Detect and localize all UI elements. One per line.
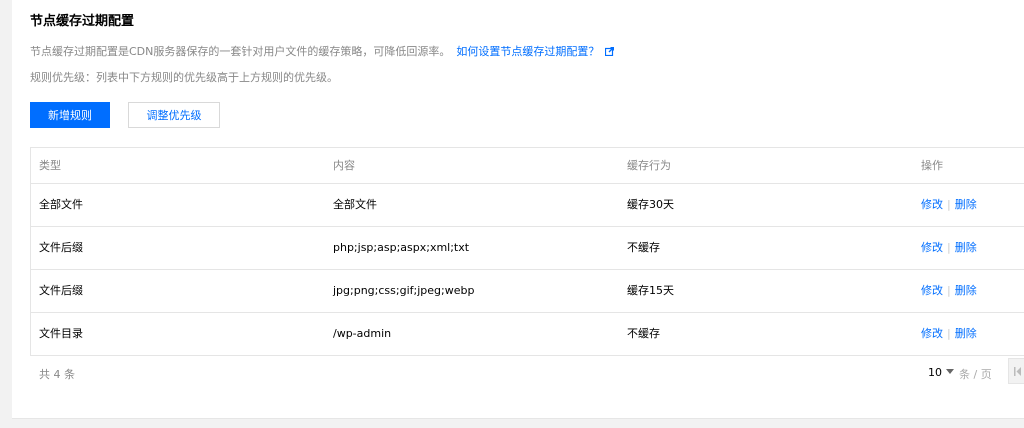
delete-link[interactable]: 删除: [955, 241, 977, 254]
add-rule-button[interactable]: 新增规则: [30, 102, 110, 128]
page-size-select[interactable]: 10: [928, 366, 954, 379]
divider: |: [947, 241, 951, 254]
cell-type: 文件后缀: [39, 284, 83, 297]
table-row: 文件后缀 jpg;png;css;gif;jpeg;webp 缓存15天 修改 |…: [31, 270, 1024, 313]
help-link[interactable]: 如何设置节点缓存过期配置？: [456, 45, 599, 58]
divider: |: [947, 198, 951, 211]
cell-content: /wp-admin: [333, 327, 392, 340]
cell-type: 文件后缀: [39, 241, 83, 254]
cell-content: jpg;png;css;gif;jpeg;webp: [333, 284, 475, 297]
priority-note: 规则优先级：列表中下方规则的优先级高于上方规则的优先级。: [30, 71, 338, 84]
cell-type: 全部文件: [39, 198, 83, 211]
adjust-priority-button[interactable]: 调整优先级: [128, 102, 220, 128]
pagination: 共 4 条 10 条 / 页: [30, 353, 1024, 393]
header-behavior: 缓存行为: [627, 159, 671, 172]
cell-actions: 修改 | 删除: [921, 313, 977, 355]
first-page-icon: [1014, 367, 1021, 376]
external-link-icon[interactable]: [605, 46, 615, 57]
divider: |: [947, 327, 951, 340]
rules-table: 类型 内容 缓存行为 操作 全部文件 全部文件 缓存30天 修改 | 删除 文件后缀…: [30, 147, 1024, 356]
cell-behavior: 不缓存: [627, 241, 660, 254]
table-row: 文件目录 /wp-admin 不缓存 修改 | 删除: [31, 313, 1024, 355]
delete-link[interactable]: 删除: [955, 327, 977, 340]
header-content: 内容: [333, 159, 355, 172]
header-type: 类型: [39, 159, 61, 172]
description-text: 节点缓存过期配置是CDN服务器保存的一套针对用户文件的缓存策略，可降低回源率。: [30, 45, 451, 58]
table-row: 文件后缀 php;jsp;asp;aspx;xml;txt 不缓存 修改 | 删除: [31, 227, 1024, 270]
total-count: 共 4 条: [39, 368, 75, 381]
table-header: 类型 内容 缓存行为 操作: [31, 148, 1024, 184]
cell-content: php;jsp;asp;aspx;xml;txt: [333, 241, 470, 254]
cell-behavior: 缓存15天: [627, 284, 674, 297]
edit-link[interactable]: 修改: [921, 327, 943, 340]
edit-link[interactable]: 修改: [921, 198, 943, 211]
delete-link[interactable]: 删除: [955, 198, 977, 211]
delete-link[interactable]: 删除: [955, 284, 977, 297]
first-page-button[interactable]: [1008, 358, 1024, 384]
cell-content: 全部文件: [333, 198, 377, 211]
header-actions: 操作: [921, 159, 943, 172]
cell-type: 文件目录: [39, 327, 83, 340]
cell-actions: 修改 | 删除: [921, 184, 977, 226]
per-page-label: 条 / 页: [959, 368, 992, 381]
page-title: 节点缓存过期配置: [30, 14, 135, 29]
cache-config-card: 节点缓存过期配置 节点缓存过期配置是CDN服务器保存的一套针对用户文件的缓存策略…: [12, 0, 1024, 419]
dropdown-caret-icon: [946, 369, 954, 374]
edit-link[interactable]: 修改: [921, 284, 943, 297]
table-row: 全部文件 全部文件 缓存30天 修改 | 删除: [31, 184, 1024, 227]
cell-behavior: 缓存30天: [627, 198, 674, 211]
page-size-value: 10: [928, 366, 942, 379]
cell-actions: 修改 | 删除: [921, 227, 977, 269]
divider: |: [947, 284, 951, 297]
cell-behavior: 不缓存: [627, 327, 660, 340]
description: 节点缓存过期配置是CDN服务器保存的一套针对用户文件的缓存策略，可降低回源率。如…: [30, 43, 615, 59]
edit-link[interactable]: 修改: [921, 241, 943, 254]
cell-actions: 修改 | 删除: [921, 270, 977, 312]
